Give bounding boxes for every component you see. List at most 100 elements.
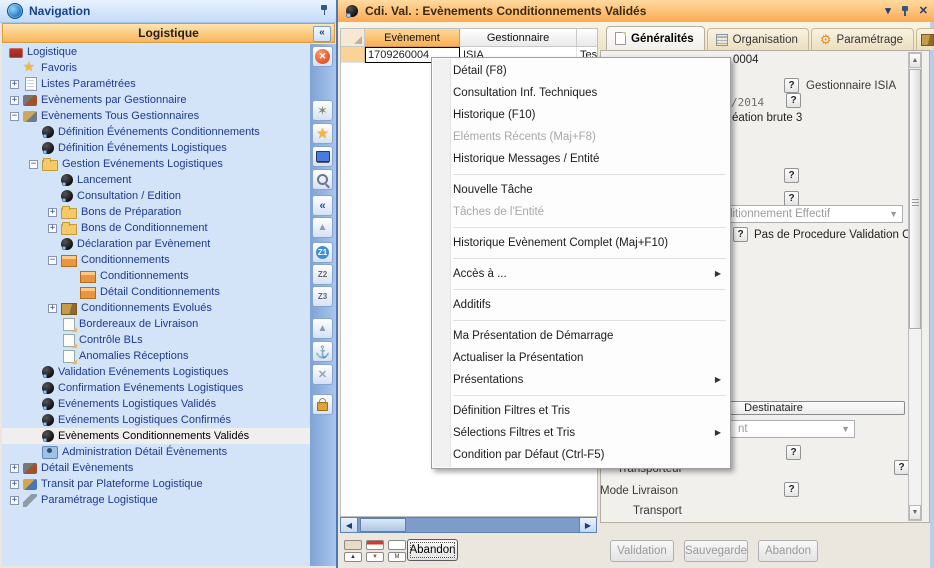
tree-expander[interactable]: + [10,80,19,89]
tree-expander[interactable]: − [48,256,57,265]
monitor-button[interactable] [312,146,333,167]
tree-item[interactable]: +Détail Evènements [2,460,310,476]
menu-item[interactable]: Consultation Inf. Techniques [432,82,730,104]
anchor-button[interactable]: ⚓ [312,341,333,362]
grid-corner-cell[interactable] [341,29,365,47]
menu-item[interactable]: Définition Filtres et Tris [432,400,730,422]
tree-expander[interactable]: + [10,480,19,489]
tree-item[interactable]: Contrôle BLs [2,332,310,348]
menu-item[interactable]: Tâches de l'Entité [432,201,730,223]
menu-item[interactable]: Accès à ...▶ [432,263,730,285]
tree-item[interactable]: Définition Événements Conditionnements [2,124,310,140]
sauvegarde-button[interactable]: Sauvegarde [684,540,748,562]
tree-expander[interactable]: − [10,112,19,121]
tree-item[interactable]: +Conditionnements Evolués [2,300,310,316]
help-button-validation[interactable]: ? [733,227,748,242]
tree-item[interactable]: Evènements Conditionnements Validés [2,428,310,444]
menu-item[interactable]: Additifs [432,294,730,316]
grid-header-gestionnaire[interactable]: Gestionnaire [460,29,577,47]
favorites-star-button[interactable]: ★ [312,123,333,144]
tree-item[interactable]: Bordereaux de Livraison [2,316,310,332]
menu-item[interactable]: Historique (F10) [432,104,730,126]
record-nav-up-button[interactable]: ▲ [344,552,362,562]
abandon-button-right[interactable]: Abandon [758,540,818,562]
record-nav-down-button[interactable]: ▼ [366,552,384,562]
menu-item[interactable]: Historique Messages / Entité [432,148,730,170]
tree-item[interactable]: +Bons de Préparation [2,204,310,220]
grid-header-col3[interactable] [577,29,597,47]
tree-item[interactable]: Conditionnements [2,268,310,284]
menu-item[interactable]: Détail (F8) [432,60,730,82]
tree-expander[interactable]: + [48,304,57,313]
grid-header-evenement[interactable]: Evènement [365,29,460,47]
tree-item[interactable]: Détail Conditionnements [2,284,310,300]
tab-stub[interactable] [916,28,934,50]
scroll-up-icon[interactable]: ▲ [909,53,921,68]
tree-expander[interactable]: + [10,496,19,505]
pin-icon[interactable] [319,4,329,16]
search-button[interactable] [312,169,333,190]
tree-item[interactable]: −Conditionnements [2,252,310,268]
scrollbar-thumb[interactable] [360,518,406,532]
help-button-2[interactable]: ? [784,191,799,206]
titlebar-dropdown-icon[interactable]: ▾ [885,0,891,22]
zoom2-button[interactable]: Z2 [312,264,333,285]
validation-button[interactable]: Validation [610,540,674,562]
tree-expander[interactable]: − [29,160,38,169]
tree-item[interactable]: Validation Evénements Logistiques [2,364,310,380]
tree-item[interactable]: +Transit par Plateforme Logistique [2,476,310,492]
tree-item[interactable]: +Bons de Conditionnement [2,220,310,236]
tree-item[interactable]: Confirmation Evénements Logistiques [2,380,310,396]
tree-item[interactable]: −Gestion Evénements Logistiques [2,156,310,172]
titlebar-pin-icon[interactable] [900,5,910,17]
tab-paramétrage[interactable]: ⚙Paramétrage [811,28,914,50]
help-button-transporteur[interactable]: ? [894,460,909,475]
tree-item[interactable]: −Evènements Tous Gestionnaires [2,108,310,124]
menu-item[interactable]: Condition par Défaut (Ctrl-F5) [432,444,730,466]
help-button-destinataire[interactable]: ? [786,445,801,460]
grid-row-marker[interactable] [341,47,365,63]
tab-organisation[interactable]: Organisation [707,28,809,50]
record-nav-beige-button[interactable] [344,540,362,550]
zoom1-button[interactable]: Z1 [312,242,333,263]
menu-item[interactable]: Nouvelle Tâche [432,179,730,201]
zoom3-button[interactable]: Z3 [312,286,333,307]
tree-item[interactable]: Déclaration par Evènement [2,236,310,252]
tree-item[interactable]: +Listes Paramétrées [2,76,310,92]
titlebar-close-icon[interactable]: ✕ [919,0,928,22]
tree-expander[interactable]: + [10,96,19,105]
tree-item[interactable]: Favoris [2,60,310,76]
tree-item[interactable]: Définition Événements Logistiques [2,140,310,156]
badge-button[interactable]: ✶ [312,100,333,121]
form-scrollbar-thumb[interactable] [909,69,921,329]
help-button-mode-livraison[interactable]: ? [784,482,799,497]
menu-item[interactable]: Sélections Filtres et Tris▶ [432,422,730,444]
scroll-left-icon[interactable]: ◀ [341,518,358,532]
move-up-button[interactable]: ▲ [312,217,333,238]
form-vertical-scrollbar[interactable]: ▲ ▼ [908,52,922,521]
lock-button[interactable] [312,394,333,415]
tree-item[interactable]: +Evènements par Gestionnaire [2,92,310,108]
record-nav-blank-button[interactable] [388,540,406,550]
tab-généralités[interactable]: Généralités [606,26,705,50]
tree-item[interactable]: Administration Détail Évènements [2,444,310,460]
help-button-1[interactable]: ? [784,168,799,183]
close-red-button[interactable]: ✕ [312,46,333,67]
record-nav-m-button[interactable]: M [388,552,406,562]
menu-item[interactable]: Historique Evènement Complet (Maj+F10) [432,232,730,254]
menu-item[interactable]: Actualiser la Présentation [432,347,730,369]
tree-expander[interactable]: + [48,208,57,217]
tree-item[interactable]: Lancement [2,172,310,188]
move-up2-button[interactable]: ▲ [312,318,333,339]
tree-item[interactable]: Evénements Logistiques Confirmés [2,412,310,428]
tree-item[interactable]: Anomalies Réceptions [2,348,310,364]
tree-item[interactable]: +Paramétrage Logistique [2,492,310,508]
collapse-panel-button[interactable]: « [313,26,331,42]
help-button-date[interactable]: ? [786,93,801,108]
abandon-button-left[interactable]: Abandon [407,539,458,561]
tree-expander[interactable]: + [48,224,57,233]
grid-horizontal-scrollbar[interactable]: ◀ ▶ [340,517,597,533]
tree-expander[interactable]: + [10,464,19,473]
scroll-down-icon[interactable]: ▼ [909,505,921,520]
help-button-gestionnaire[interactable]: ? [784,78,799,93]
